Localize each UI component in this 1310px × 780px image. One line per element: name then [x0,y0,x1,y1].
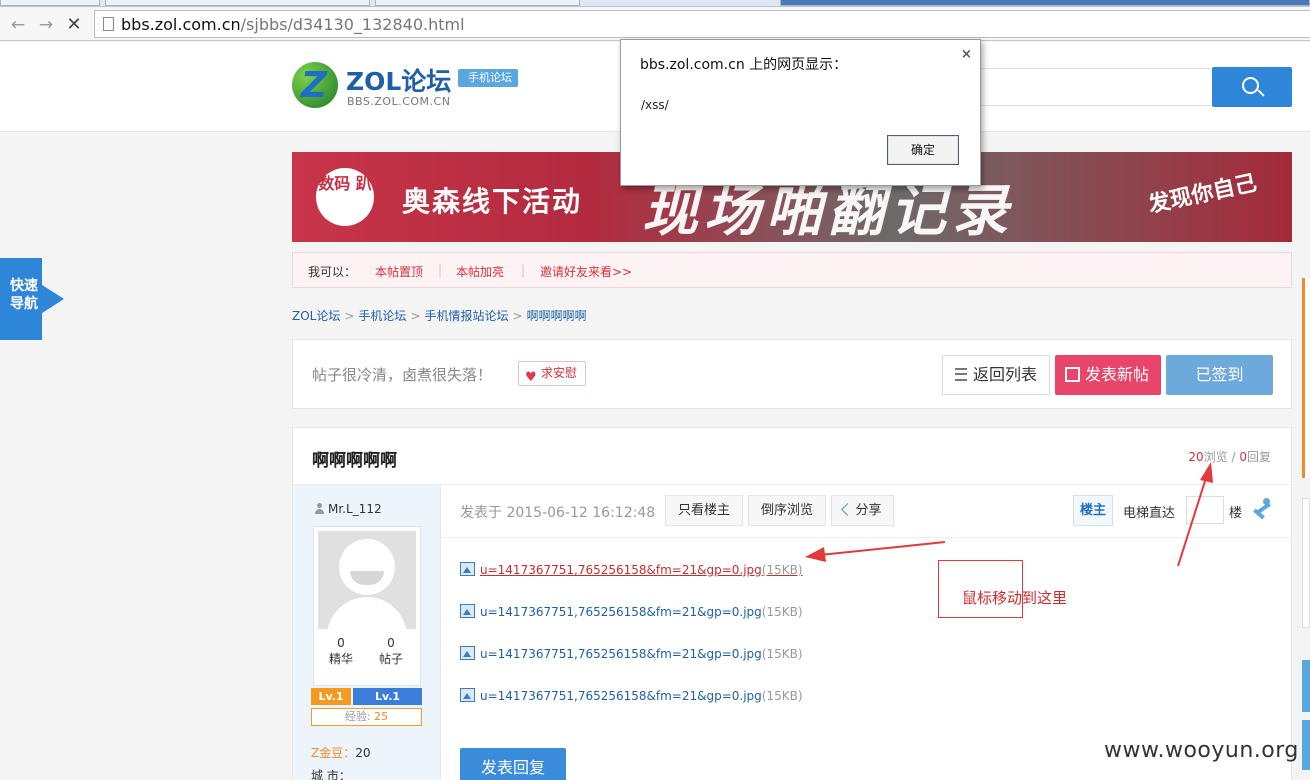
ask-comfort-button[interactable]: ♥ 求安慰 [518,361,587,386]
banner-line-1: 奥森线下活动 [402,185,583,218]
watermark: www.wooyun.org [1104,738,1299,763]
z-bean-count: Z金豆：20 [311,746,371,760]
share-icon [841,503,855,516]
mobile-forum-badge[interactable]: 手机论坛 [458,69,518,87]
avatar-card: 0 精华 0 帖子 [313,526,421,686]
quick-nav-tab[interactable]: 快速导航 [0,258,64,340]
browser-toolbar: ← → ✕ bbs.zol.com.cn/sjbbs/d34130_132840… [0,7,1310,41]
post-stats: 20浏览 / 0回复 [1188,450,1271,464]
reverse-order-button[interactable]: 倒序浏览 [748,495,826,526]
avatar[interactable] [318,531,416,629]
author-name[interactable]: Mr.L_112 [314,502,382,516]
browser-tab-strip [0,0,1310,7]
alert-dialog: bbs.zol.com.cn 上的网页显示： × /xss/ 确定 [620,39,981,186]
search-input[interactable] [978,68,1212,106]
banner-badge: 数码 趴 [316,168,374,226]
thread-info-bar: 帖子很冷清，卤煮很失落！ ♥ 求安慰 返回列表 发表新帖 已签到 [292,339,1292,409]
heart-icon: ♥ [525,370,537,385]
city-field: 城 市： [311,769,351,780]
highlight-post-link[interactable]: 本帖加亮 [456,263,504,280]
side-float-button[interactable] [1302,720,1310,770]
logo-subtitle: BBS.ZOL.COM.CN [347,95,451,108]
experience-bar: 经验: 25 [311,708,422,726]
ok-button[interactable]: 确定 [887,135,959,165]
image-file-icon [460,604,475,618]
action-bar-label: 我可以： [308,265,357,279]
breadcrumb: ZOL论坛 > 手机论坛 > 手机情报站论坛 > 啊啊啊啊啊 [292,309,587,323]
banner-line-3: 发现你自己 [1146,170,1259,219]
new-post-button[interactable]: 发表新帖 [1055,355,1161,395]
annotation-text: 鼠标移动到这里 [962,589,1068,607]
floor-label: 楼 [1229,506,1243,521]
browser-tab[interactable] [0,0,100,6]
only-op-button[interactable]: 只看楼主 [665,495,743,526]
dialog-message: /xss/ [641,98,669,112]
image-file-icon [460,646,475,660]
quick-nav-label: 快速导航 [10,278,38,312]
side-panel-edge[interactable] [1302,278,1310,478]
signed-in-button[interactable]: 已签到 [1166,355,1273,395]
search-icon [1242,77,1259,94]
back-arrow-icon[interactable]: ← [8,15,28,35]
op-badge: 楼主 [1073,495,1113,526]
image-file-icon [460,562,475,576]
breadcrumb-mobile-forum[interactable]: 手机论坛 [358,309,406,323]
image-file-icon [460,688,475,702]
dialog-title: bbs.zol.com.cn 上的网页显示： [640,57,848,73]
close-icon[interactable]: × [961,47,972,62]
elevator-label: 电梯直达 [1123,506,1176,521]
list-icon [955,368,967,381]
logo-text[interactable]: ZOL论坛 [346,62,451,98]
forward-arrow-icon[interactable]: → [36,15,56,35]
breadcrumb-info-station[interactable]: 手机情报站论坛 [425,309,509,323]
post-reply-button[interactable]: 发表回复 [460,748,566,780]
floor-number-input[interactable] [1186,496,1224,524]
posts-count[interactable]: 0 帖子 [366,635,416,667]
post-action-bar: 我可以： 本帖置顶 | 本帖加亮 | 邀请好友来看>> [292,252,1292,288]
side-float-button[interactable] [1302,660,1310,712]
pin-post-link[interactable]: 本帖置顶 [375,263,423,280]
search-button[interactable] [1212,67,1292,107]
stop-loading-icon[interactable]: ✕ [64,15,84,35]
side-panel-edge[interactable] [1302,498,1310,628]
post-timestamp: 发表于 2015-06-12 16:12:48 [460,505,656,521]
level-badge-blue: Lv.1 [353,688,422,705]
edit-icon [1065,367,1080,382]
browser-tab[interactable] [105,0,370,6]
lonely-thread-message: 帖子很冷清，卤煮很失落！ [312,366,493,384]
zol-logo-icon[interactable]: Z [292,62,338,108]
author-panel: Mr.L_112 0 精华 0 帖子 Lv.1 Lv.1 经验: 25 Z金豆：20… [293,485,441,780]
page-icon [103,17,114,31]
share-button[interactable]: 分享 [831,495,894,526]
browser-tab[interactable] [375,0,580,6]
essence-count[interactable]: 0 精华 [316,635,366,667]
back-to-list-button[interactable]: 返回列表 [942,355,1050,395]
url-text: bbs.zol.com.cn/sjbbs/d34130_132840.html [121,15,465,34]
user-icon [314,503,325,515]
post-title: 啊啊啊啊啊 [312,451,397,471]
post-container: 啊啊啊啊啊 20浏览 / 0回复 Mr.L_112 0 精华 0 帖子 Lv.1 L… [292,427,1293,780]
breadcrumb-current[interactable]: 啊啊啊啊啊 [527,309,587,323]
invite-friends-link[interactable]: 邀请好友来看>> [540,263,632,280]
level-badge-orange: Lv.1 [311,688,351,705]
breadcrumb-zol-forum[interactable]: ZOL论坛 [292,309,340,323]
go-to-floor-icon[interactable] [1251,498,1275,522]
browser-tab[interactable] [780,0,1310,6]
address-bar[interactable]: bbs.zol.com.cn/sjbbs/d34130_132840.html [94,10,1310,38]
